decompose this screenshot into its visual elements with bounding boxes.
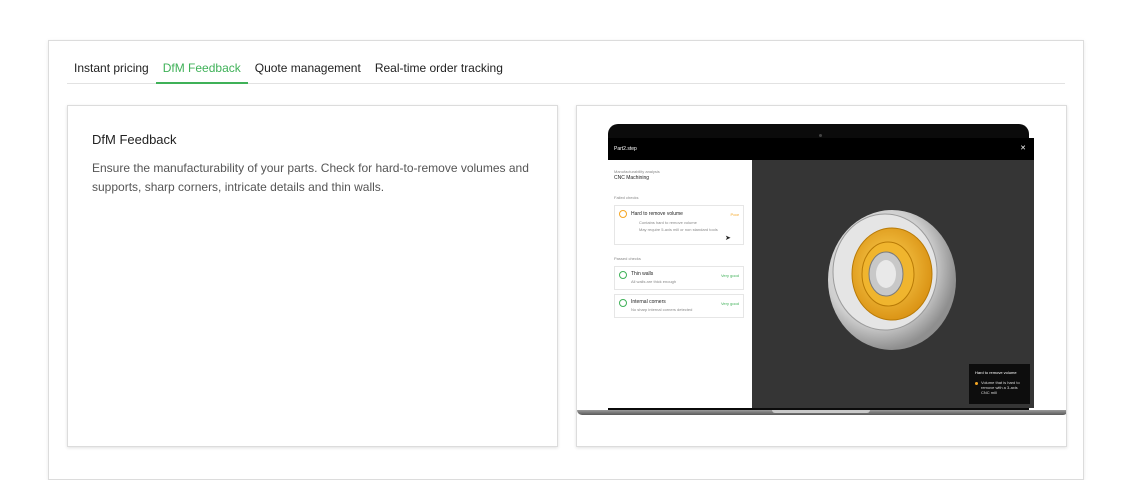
tab-order-tracking[interactable]: Real-time order tracking bbox=[368, 55, 510, 83]
passed-check-status: Very good bbox=[720, 301, 739, 306]
app-title-bar: Part2.step ✕ bbox=[608, 138, 1034, 160]
feature-description: Ensure the manufacturability of your par… bbox=[92, 161, 529, 194]
file-name: Part2.step bbox=[614, 146, 637, 152]
failed-check-title: Hard to remove volume bbox=[631, 211, 683, 217]
legend-dot-icon bbox=[975, 382, 978, 385]
viewer-legend: Hard to remove volume Volume that is har… bbox=[969, 364, 1030, 404]
failed-note: May require 5-axis mill or non standard … bbox=[639, 227, 718, 232]
tab-quote-management[interactable]: Quote management bbox=[248, 55, 368, 83]
analysis-label: Manufacturability analysis bbox=[614, 169, 660, 174]
tab-instant-pricing[interactable]: Instant pricing bbox=[67, 55, 156, 83]
process-name: CNC Machining bbox=[614, 175, 650, 181]
passed-check-card[interactable]: Internal corners No sharp internal corne… bbox=[614, 294, 744, 318]
feature-text-card: DfM Feedback Ensure the manufacturabilit… bbox=[67, 105, 558, 447]
passed-check-title: Internal corners bbox=[631, 299, 666, 305]
features-section: Instant pricing DfM Feedback Quote manag… bbox=[48, 40, 1084, 480]
failed-checks-header: Failed checks bbox=[614, 195, 639, 200]
laptop-hinge bbox=[772, 410, 870, 413]
passed-check-desc: No sharp internal corners detected bbox=[631, 307, 693, 312]
cursor-icon: ➤ bbox=[725, 235, 731, 242]
laptop-screen: Part2.step ✕ Manufacturability analysis … bbox=[608, 138, 1034, 408]
failed-note: Contains hard to remove volume bbox=[639, 220, 697, 225]
feature-title: DfM Feedback bbox=[92, 132, 177, 147]
legend-title: Hard to remove volume bbox=[975, 370, 1017, 375]
passed-check-title: Thin walls bbox=[631, 271, 654, 277]
passed-checks-header: Passed checks bbox=[614, 256, 641, 261]
laptop-mockup: Part2.step ✕ Manufacturability analysis … bbox=[608, 124, 1034, 410]
check-circle-icon bbox=[619, 299, 627, 307]
laptop-camera bbox=[819, 134, 822, 137]
failed-check-card[interactable]: Hard to remove volume Poor Contains hard… bbox=[614, 205, 744, 245]
check-circle-icon bbox=[619, 271, 627, 279]
legend-item: Volume that is hard to remove with a 3-a… bbox=[981, 380, 1020, 395]
tab-bar: Instant pricing DfM Feedback Quote manag… bbox=[67, 55, 1065, 84]
failed-check-status: Poor bbox=[730, 212, 739, 217]
warning-icon bbox=[619, 210, 627, 218]
feature-image-card: Part2.step ✕ Manufacturability analysis … bbox=[576, 105, 1067, 447]
passed-check-status: Very good bbox=[720, 273, 739, 278]
analysis-panel: Manufacturability analysis CNC Machining… bbox=[608, 160, 752, 408]
passed-check-card[interactable]: Thin walls All walls are thick enough Ve… bbox=[614, 266, 744, 290]
close-icon[interactable]: ✕ bbox=[1020, 144, 1026, 152]
tab-dfm-feedback[interactable]: DfM Feedback bbox=[155, 55, 248, 84]
3d-viewer[interactable]: Hard to remove volume Volume that is har… bbox=[752, 160, 1034, 408]
passed-check-desc: All walls are thick enough bbox=[631, 279, 677, 284]
